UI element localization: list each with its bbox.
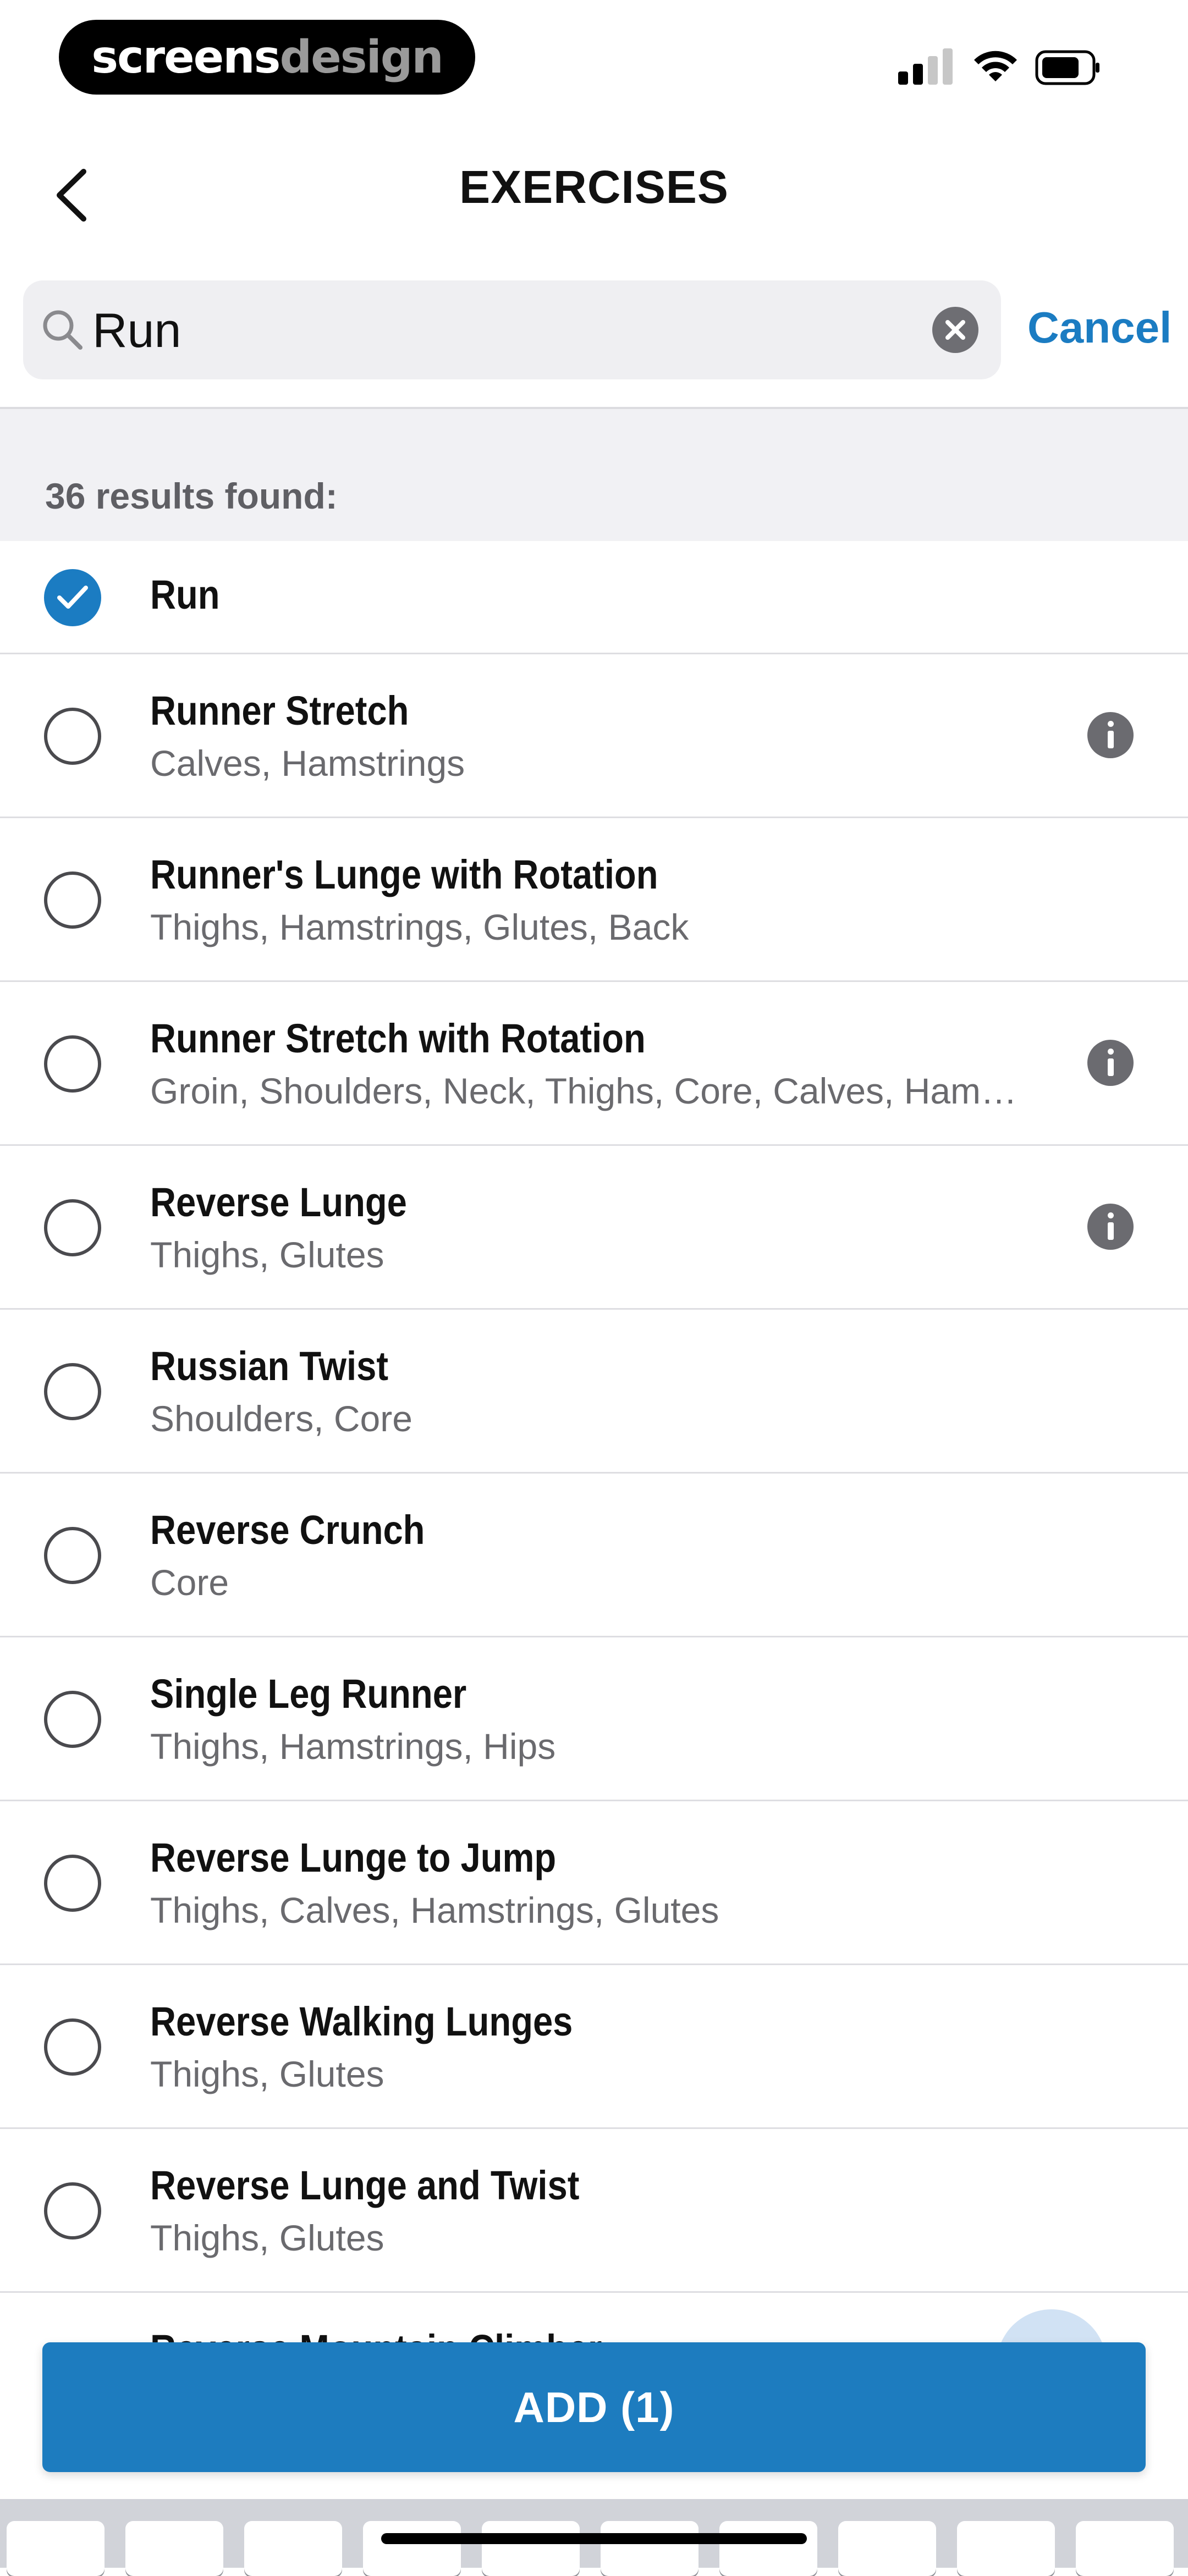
radio-button[interactable] <box>44 1199 101 1256</box>
exercise-name: Reverse Walking Lunges <box>150 1999 573 2044</box>
exercise-name: Run <box>150 572 220 617</box>
exercise-muscles: Calves, Hamstrings <box>150 743 465 784</box>
radio-button[interactable] <box>44 871 101 929</box>
info-icon[interactable] <box>1087 1040 1134 1086</box>
search-input[interactable]: Run <box>92 302 181 358</box>
exercise-row[interactable]: Reverse Walking Lunges Thighs, Glutes <box>0 1965 1188 2129</box>
search-field[interactable]: Run <box>23 280 1001 379</box>
info-icon[interactable] <box>1087 712 1134 758</box>
exercise-row[interactable]: Russian Twist Shoulders, Core <box>0 1310 1188 1474</box>
cellular-signal-icon <box>898 48 953 85</box>
exercise-row[interactable]: Reverse Crunch Core <box>0 1474 1188 1637</box>
radio-button[interactable] <box>44 1363 101 1420</box>
keyboard-key[interactable] <box>719 2521 817 2576</box>
exercise-muscles: Thighs, Glutes <box>150 1234 384 1275</box>
exercise-muscles: Core <box>150 1562 229 1603</box>
exercise-name: Reverse Crunch <box>150 1507 425 1553</box>
keyboard-key[interactable] <box>957 2521 1055 2576</box>
exercise-muscles: Thighs, Calves, Hamstrings, Glutes <box>150 1890 719 1930</box>
exercise-row[interactable]: Single Leg Runner Thighs, Hamstrings, Hi… <box>0 1637 1188 1801</box>
radio-button[interactable] <box>44 1855 101 1912</box>
exercise-row[interactable]: Reverse Lunge to Jump Thighs, Calves, Ha… <box>0 1801 1188 1965</box>
exercise-muscles: Shoulders, Core <box>150 1398 413 1439</box>
exercise-name: Russian Twist <box>150 1343 389 1389</box>
keyboard-key[interactable] <box>482 2521 580 2576</box>
status-bar: screens design <box>0 0 1188 121</box>
battery-icon <box>1035 50 1099 85</box>
exercise-muscles: Thighs, Glutes <box>150 2054 384 2094</box>
cancel-button[interactable]: Cancel <box>1027 302 1172 353</box>
radio-button[interactable] <box>44 1691 101 1748</box>
brand-text-secondary: design <box>279 31 443 84</box>
exercise-muscles: Thighs, Glutes <box>150 2218 384 2258</box>
exercise-row[interactable]: Reverse Lunge Thighs, Glutes <box>0 1146 1188 1310</box>
exercise-name: Reverse Lunge and Twist <box>150 2163 580 2208</box>
exercise-name: Runner Stretch with Rotation <box>150 1016 646 1061</box>
exercise-name: Reverse Lunge to Jump <box>150 1835 557 1880</box>
checkmark-icon <box>57 586 88 609</box>
keyboard-key[interactable] <box>363 2521 461 2576</box>
wifi-icon <box>974 51 1017 81</box>
exercise-muscles: Groin, Shoulders, Neck, Thighs, Core, Ca… <box>150 1071 1018 1111</box>
exercise-muscles: Thighs, Hamstrings, Glutes, Back <box>150 907 689 947</box>
exercise-list: Run Runner Stretch Calves, Hamstrings Ru… <box>0 541 1188 2458</box>
results-count: 36 results found: <box>45 476 338 516</box>
info-icon[interactable] <box>1087 1204 1134 1250</box>
navigation-bar: EXERCISES <box>0 121 1188 264</box>
radio-button[interactable] <box>44 2182 101 2239</box>
keyboard-key[interactable] <box>601 2521 698 2576</box>
keyboard-key[interactable] <box>7 2521 105 2576</box>
exercise-row[interactable]: Run <box>0 541 1188 654</box>
exercise-name: Single Leg Runner <box>150 1671 467 1717</box>
search-icon <box>43 310 82 350</box>
keyboard-key[interactable] <box>1076 2521 1174 2576</box>
radio-button[interactable] <box>44 2018 101 2076</box>
keyboard-key[interactable] <box>244 2521 342 2576</box>
close-icon <box>945 320 965 340</box>
exercise-name: Reverse Lunge <box>150 1179 407 1225</box>
exercise-name: Runner's Lunge with Rotation <box>150 852 658 897</box>
radio-button[interactable] <box>44 1035 101 1093</box>
exercise-row[interactable]: Runner Stretch with Rotation Groin, Shou… <box>0 982 1188 1146</box>
exercise-name: Runner Stretch <box>150 688 409 733</box>
checkbox-checked[interactable] <box>44 569 101 626</box>
radio-button[interactable] <box>44 708 101 765</box>
exercise-row[interactable]: Runner Stretch Calves, Hamstrings <box>0 654 1188 818</box>
brand-logo: screens design <box>59 20 475 95</box>
keyboard-key[interactable] <box>838 2521 936 2576</box>
results-header: 36 results found: <box>0 407 1188 541</box>
keyboard-key[interactable] <box>125 2521 223 2576</box>
exercise-row[interactable]: Runner's Lunge with Rotation Thighs, Ham… <box>0 818 1188 982</box>
exercise-row[interactable]: Reverse Lunge and Twist Thighs, Glutes <box>0 2129 1188 2293</box>
home-indicator[interactable] <box>381 2533 807 2544</box>
exercise-muscles: Thighs, Hamstrings, Hips <box>150 1726 556 1767</box>
radio-button[interactable] <box>44 1527 101 1584</box>
page-title: EXERCISES <box>459 161 729 213</box>
brand-text-primary: screens <box>91 31 280 84</box>
clear-search-button[interactable] <box>932 307 978 353</box>
add-button[interactable]: ADD (1) <box>42 2342 1146 2472</box>
